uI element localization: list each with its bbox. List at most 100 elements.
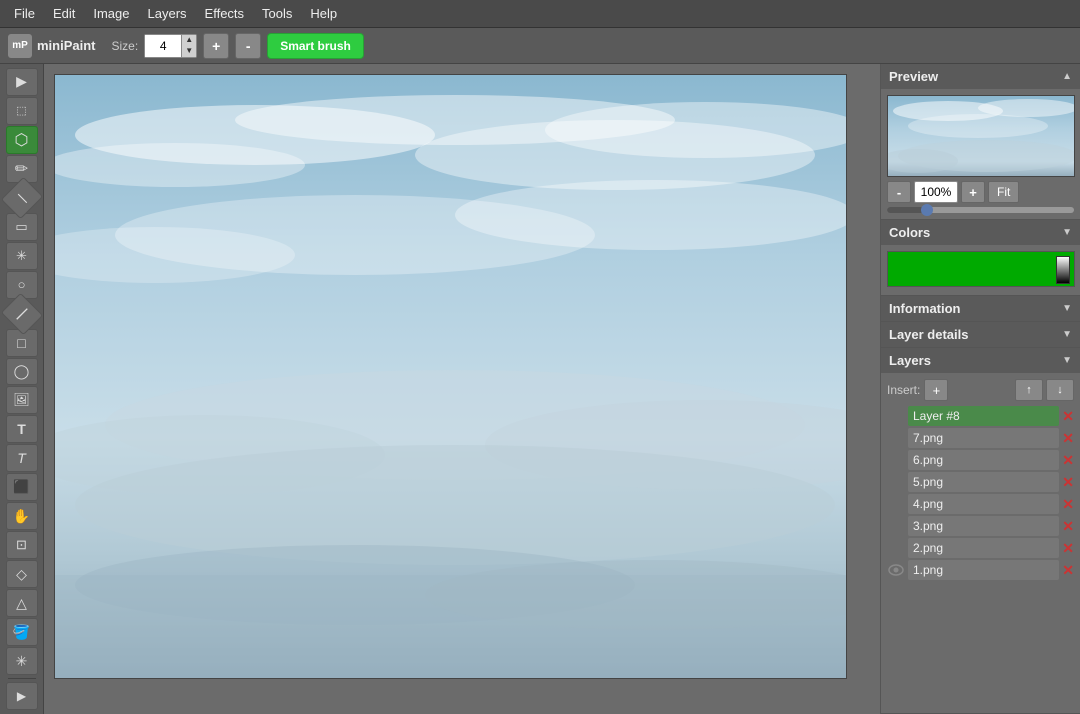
smart-brush-button[interactable]: Smart brush — [267, 33, 364, 59]
layers-move-down-button[interactable]: ↓ — [1046, 379, 1074, 401]
size-up-arrow[interactable]: ▲ — [182, 35, 196, 46]
toolbar: mP miniPaint Size: ▲ ▼ + - Smart brush — [0, 28, 1080, 64]
layer-delete-button[interactable]: ✕ — [1062, 453, 1074, 467]
select-tool[interactable]: ▶ — [6, 68, 38, 96]
preview-content: - 100% + Fit — [881, 89, 1080, 219]
layer-name[interactable]: 7.png — [908, 428, 1059, 448]
menu-layers[interactable]: Layers — [140, 3, 195, 24]
layer-visibility-toggle[interactable] — [887, 561, 905, 579]
bucket2-tool[interactable]: 🪣 — [6, 618, 38, 646]
layers-section: Layers ▼ Insert: + ↑ ↓ Layer #8✕ 7.png✕ … — [881, 348, 1080, 714]
layer-name[interactable]: 2.png — [908, 538, 1059, 558]
layer-row: 4.png✕ — [887, 494, 1074, 514]
menu-help[interactable]: Help — [302, 3, 345, 24]
layer-row: 1.png✕ — [887, 560, 1074, 580]
colors-collapse-icon: ▼ — [1062, 227, 1072, 238]
layer-name[interactable]: Layer #8 — [908, 406, 1059, 426]
layer-details-header[interactable]: Layer details ▼ — [881, 322, 1080, 347]
menubar: File Edit Image Layers Effects Tools Hel… — [0, 0, 1080, 28]
size-label: Size: — [112, 39, 139, 53]
text-tool[interactable]: T — [6, 415, 38, 443]
preview-title: Preview — [889, 69, 938, 84]
layer-visibility-toggle[interactable] — [887, 517, 905, 535]
layers-move-up-button[interactable]: ↑ — [1015, 379, 1043, 401]
menu-effects[interactable]: Effects — [197, 3, 253, 24]
zoom-value: 100% — [914, 181, 958, 203]
layer-delete-button[interactable]: ✕ — [1062, 563, 1074, 577]
size-down-arrow[interactable]: ▼ — [182, 46, 196, 57]
color-swatch[interactable] — [887, 251, 1075, 287]
zoom-slider-wrap — [887, 207, 1074, 213]
zoom-minus-button[interactable]: - — [887, 181, 911, 203]
layer-visibility-toggle[interactable] — [887, 539, 905, 557]
colors-header[interactable]: Colors ▼ — [881, 220, 1080, 245]
diamond-tool[interactable]: ◇ — [6, 560, 38, 588]
image-tool[interactable]: 🖼 — [6, 386, 38, 414]
layer-visibility-toggle[interactable] — [887, 451, 905, 469]
tool-divider — [8, 678, 36, 679]
zoom-slider-thumb[interactable] — [921, 204, 933, 216]
layers-title: Layers — [889, 353, 931, 368]
menu-edit[interactable]: Edit — [45, 3, 83, 24]
layer-visibility-toggle[interactable] — [887, 429, 905, 447]
layer-row: 3.png✕ — [887, 516, 1074, 536]
canvas[interactable] — [54, 74, 847, 679]
zoom-slider[interactable] — [887, 207, 1074, 213]
fit-button[interactable]: Fit — [988, 181, 1019, 203]
magic-wand-tool[interactable]: ✳ — [6, 242, 38, 270]
main-area: ▶ ⬚ ⬡ ✏ | ▭ ✳ ○ | □ ◯ 🖼 T T ⬛ ✋ ⊡ ◇ △ 🪣 … — [0, 64, 1080, 714]
layer-name[interactable]: 6.png — [908, 450, 1059, 470]
information-header[interactable]: Information ▼ — [881, 296, 1080, 321]
size-minus-button[interactable]: - — [235, 33, 261, 59]
layer-delete-button[interactable]: ✕ — [1062, 541, 1074, 555]
crop-tool[interactable]: ⊡ — [6, 531, 38, 559]
ellipse-tool[interactable]: ◯ — [6, 358, 38, 386]
layer-delete-button[interactable]: ✕ — [1062, 519, 1074, 533]
layer-delete-button[interactable]: ✕ — [1062, 431, 1074, 445]
app-logo-icon: mP — [8, 34, 32, 58]
layers-insert-button[interactable]: + — [924, 379, 948, 401]
app-logo: mP miniPaint — [8, 34, 96, 58]
layers-header[interactable]: Layers ▼ — [881, 348, 1080, 373]
layer-delete-button[interactable]: ✕ — [1062, 475, 1074, 489]
rect-select-tool[interactable]: ⬚ — [6, 97, 38, 125]
layer-delete-button[interactable]: ✕ — [1062, 409, 1074, 423]
layer-visibility-toggle[interactable] — [887, 407, 905, 425]
layer-visibility-toggle[interactable] — [887, 473, 905, 491]
layer-delete-button[interactable]: ✕ — [1062, 497, 1074, 511]
menu-file[interactable]: File — [6, 3, 43, 24]
menu-image[interactable]: Image — [85, 3, 137, 24]
layer-details-collapse-icon: ▼ — [1062, 329, 1072, 340]
play-button[interactable]: ▶ — [6, 682, 38, 710]
layer-row: Layer #8✕ — [887, 406, 1074, 426]
fill-tool[interactable]: ⬡ — [6, 126, 38, 154]
colors-content — [881, 245, 1080, 295]
stamp-tool[interactable]: ⬛ — [6, 473, 38, 501]
canvas-area[interactable] — [44, 64, 880, 714]
menu-tools[interactable]: Tools — [254, 3, 300, 24]
layer-name[interactable]: 3.png — [908, 516, 1059, 536]
zoom-controls: - 100% + Fit — [887, 181, 1074, 203]
preview-header[interactable]: Preview ▲ — [881, 64, 1080, 89]
layer-name[interactable]: 5.png — [908, 472, 1059, 492]
pin-tool[interactable]: ✳ — [6, 647, 38, 675]
zoom-plus-button[interactable]: + — [961, 181, 985, 203]
triangle-tool[interactable]: △ — [6, 589, 38, 617]
layers-content: Insert: + ↑ ↓ Layer #8✕ 7.png✕ 6.png✕ 5.… — [881, 373, 1080, 588]
preview-svg — [888, 96, 1075, 177]
text-italic-tool[interactable]: T — [6, 444, 38, 472]
size-arrows: ▲ ▼ — [181, 35, 196, 57]
layer-visibility-toggle[interactable] — [887, 495, 905, 513]
size-input[interactable] — [145, 35, 181, 57]
canvas-content — [55, 75, 846, 678]
layer-row: 2.png✕ — [887, 538, 1074, 558]
layer-name[interactable]: 1.png — [908, 560, 1059, 580]
layers-move-buttons: ↑ ↓ — [1015, 379, 1074, 401]
layer-details-title: Layer details — [889, 327, 969, 342]
sky-svg — [55, 75, 847, 679]
layers-insert-bar: Insert: + ↑ ↓ — [887, 379, 1074, 401]
hand-tool[interactable]: ✋ — [6, 502, 38, 530]
right-panel: Preview ▲ — [880, 64, 1080, 714]
size-plus-button[interactable]: + — [203, 33, 229, 59]
layer-name[interactable]: 4.png — [908, 494, 1059, 514]
